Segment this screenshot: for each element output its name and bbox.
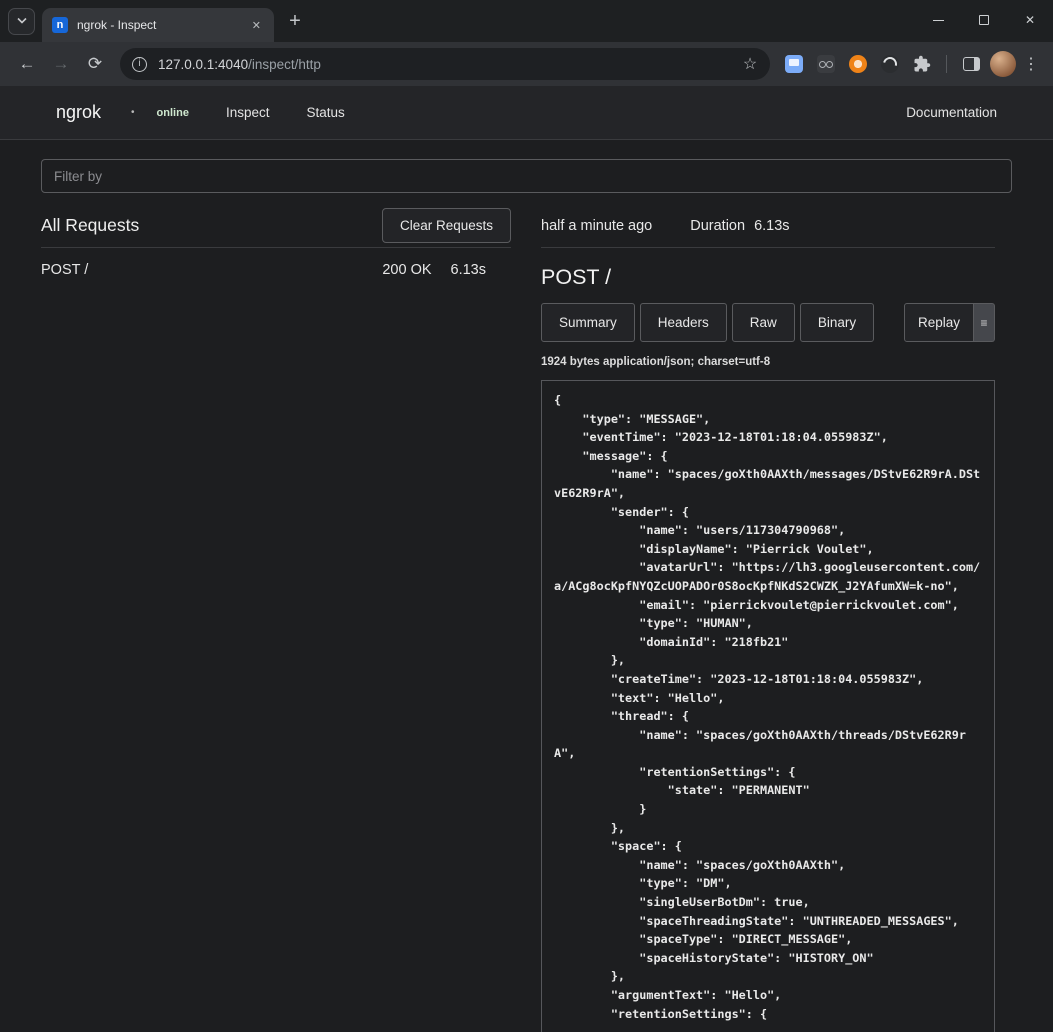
tab-close-icon[interactable]: ✕: [248, 17, 265, 34]
extension-glasses-glyph: [817, 55, 835, 73]
request-duration-group: Duration 6.13s: [690, 218, 789, 234]
tab-headers[interactable]: Headers: [640, 303, 727, 342]
window-minimize-button[interactable]: [915, 0, 961, 40]
maximize-icon: [979, 15, 989, 25]
tab-summary[interactable]: Summary: [541, 303, 635, 342]
content-meta: 1924 bytes application/json; charset=utf…: [541, 356, 995, 368]
request-method-path: POST /: [41, 262, 88, 278]
site-info-icon[interactable]: i: [132, 57, 147, 72]
extension-swirl-icon[interactable]: [874, 48, 906, 80]
all-requests-title: All Requests: [41, 215, 139, 236]
tab-title: ngrok - Inspect: [77, 18, 239, 32]
replay-group: Replay ≡: [904, 303, 995, 342]
tab-binary[interactable]: Binary: [800, 303, 874, 342]
window-maximize-button[interactable]: [961, 0, 1007, 40]
clear-requests-button[interactable]: Clear Requests: [382, 208, 511, 243]
side-panel-button[interactable]: [955, 48, 987, 80]
replay-button[interactable]: Replay: [904, 303, 974, 342]
browser-window: n ngrok - Inspect ✕ + ✕ ← → ⟳ i 127.0.0.…: [0, 0, 1053, 1032]
forward-button[interactable]: →: [44, 47, 78, 81]
refresh-button[interactable]: ⟳: [78, 47, 112, 81]
extension-swirl-glyph: [881, 55, 899, 73]
side-panel-icon: [963, 57, 980, 71]
inspect-columns: All Requests Clear Requests POST / 200 O…: [41, 204, 995, 1032]
requests-panel-header: All Requests Clear Requests: [41, 204, 511, 248]
tab-raw[interactable]: Raw: [732, 303, 795, 342]
nav-documentation[interactable]: Documentation: [906, 105, 997, 120]
browser-menu-button[interactable]: ⋮: [1019, 48, 1043, 80]
url-host: 127.0.0.1:4040: [158, 57, 248, 72]
ngrok-favicon-icon: n: [52, 17, 68, 33]
extension-glasses-icon[interactable]: [810, 48, 842, 80]
request-body-json[interactable]: { "type": "MESSAGE", "eventTime": "2023-…: [541, 380, 995, 1032]
request-detail-panel: half a minute ago Duration 6.13s POST / S…: [541, 204, 995, 1032]
toolbar-divider: [946, 55, 947, 73]
status-bullet-icon: •: [131, 107, 135, 118]
nav-status[interactable]: Status: [306, 105, 344, 120]
window-close-button[interactable]: ✕: [1007, 0, 1053, 40]
profile-avatar: [990, 51, 1016, 77]
url-path: /inspect/http: [248, 57, 321, 72]
filter-input[interactable]: [41, 159, 1012, 193]
url-text: 127.0.0.1:4040/inspect/http: [158, 57, 736, 72]
browser-tab[interactable]: n ngrok - Inspect ✕: [42, 8, 274, 42]
browser-toolbar: ← → ⟳ i 127.0.0.1:4040/inspect/http ☆ ⋮: [0, 42, 1053, 86]
nav-inspect[interactable]: Inspect: [226, 105, 270, 120]
minimize-icon: [933, 20, 944, 21]
puzzle-icon: [913, 55, 931, 73]
request-row[interactable]: POST / 200 OK 6.13s: [41, 248, 511, 292]
address-bar[interactable]: i 127.0.0.1:4040/inspect/http ☆: [120, 48, 770, 80]
detail-panel-header: half a minute ago Duration 6.13s: [541, 204, 995, 248]
bookmark-star-icon[interactable]: ☆: [736, 50, 764, 78]
profile-button[interactable]: [987, 48, 1019, 80]
request-time-ago: half a minute ago: [541, 218, 652, 234]
request-title: POST /: [541, 265, 995, 290]
new-tab-button[interactable]: +: [280, 6, 310, 36]
duration-label: Duration: [690, 218, 745, 234]
request-status: 200 OK: [382, 262, 431, 278]
tab-strip: n ngrok - Inspect ✕ + ✕: [0, 0, 1053, 42]
extension-blue-glyph: [785, 55, 803, 73]
request-row-meta: 200 OK 6.13s: [382, 262, 511, 278]
extension-orange-glyph: [849, 55, 867, 73]
inspect-content: All Requests Clear Requests POST / 200 O…: [0, 140, 1053, 1032]
requests-panel: All Requests Clear Requests POST / 200 O…: [41, 204, 511, 1032]
ngrok-header: ngrok • online Inspect Status Documentat…: [0, 86, 1053, 140]
ngrok-logo[interactable]: ngrok: [56, 102, 101, 123]
detail-tabs: Summary Headers Raw Binary Replay ≡: [541, 303, 995, 342]
extension-blue-icon[interactable]: [778, 48, 810, 80]
window-controls: ✕: [915, 0, 1053, 40]
ngrok-inspect-page: ngrok • online Inspect Status Documentat…: [0, 86, 1053, 1032]
extensions-puzzle-icon[interactable]: [906, 48, 938, 80]
request-duration: 6.13s: [451, 262, 486, 278]
tab-search-button[interactable]: [8, 8, 35, 35]
back-button[interactable]: ←: [10, 47, 44, 81]
tunnel-status: online: [157, 107, 189, 119]
chevron-down-icon: [16, 17, 28, 25]
replay-menu-button[interactable]: ≡: [974, 303, 995, 342]
extension-orange-icon[interactable]: [842, 48, 874, 80]
duration-value: 6.13s: [754, 218, 789, 234]
